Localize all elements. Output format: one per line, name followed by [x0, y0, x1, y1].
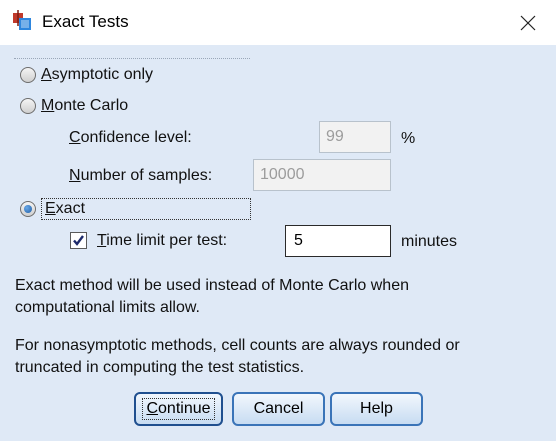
close-icon — [520, 15, 536, 30]
radio-monte-carlo-label: Monte Carlo — [41, 97, 129, 114]
confidence-level-label: Confidence level: — [69, 129, 192, 146]
confidence-level-field[interactable]: 99 — [319, 121, 391, 153]
continue-button[interactable]: Continue — [134, 392, 223, 426]
radio-asymptotic-label: Asymptotic only — [41, 66, 154, 83]
time-limit-field[interactable]: 5 — [285, 225, 391, 257]
title-bar: Exact Tests — [0, 0, 556, 45]
radio-asymptotic-only[interactable]: Asymptotic only — [20, 66, 153, 84]
radio-button[interactable] — [20, 67, 36, 83]
separator — [14, 58, 250, 59]
radio-button[interactable] — [20, 98, 36, 114]
cancel-button[interactable]: Cancel — [232, 392, 325, 426]
close-button[interactable] — [500, 0, 556, 45]
help-button[interactable]: Help — [330, 392, 423, 426]
number-of-samples-label: Number of samples: — [69, 167, 213, 184]
radio-monte-carlo[interactable]: Monte Carlo — [20, 97, 128, 115]
radio-exact[interactable]: Exact — [20, 198, 251, 220]
rounding-note: For nonasymptotic methods, cell counts a… — [15, 337, 460, 376]
spss-app-icon — [13, 10, 31, 30]
time-limit-label: Time limit per test: — [97, 232, 228, 249]
dialog-content: Asymptotic only Monte Carlo Confidence l… — [0, 45, 556, 441]
checkmark-icon — [73, 235, 84, 246]
radio-button[interactable] — [20, 201, 36, 217]
window-title: Exact Tests — [42, 12, 129, 31]
time-limit-checkbox[interactable] — [70, 232, 87, 249]
number-of-samples-field[interactable]: 10000 — [253, 159, 391, 191]
percent-unit: % — [401, 130, 416, 147]
radio-exact-label: Exact — [41, 198, 251, 220]
minutes-unit: minutes — [401, 233, 458, 250]
exact-method-note: Exact method will be used instead of Mon… — [15, 277, 409, 316]
